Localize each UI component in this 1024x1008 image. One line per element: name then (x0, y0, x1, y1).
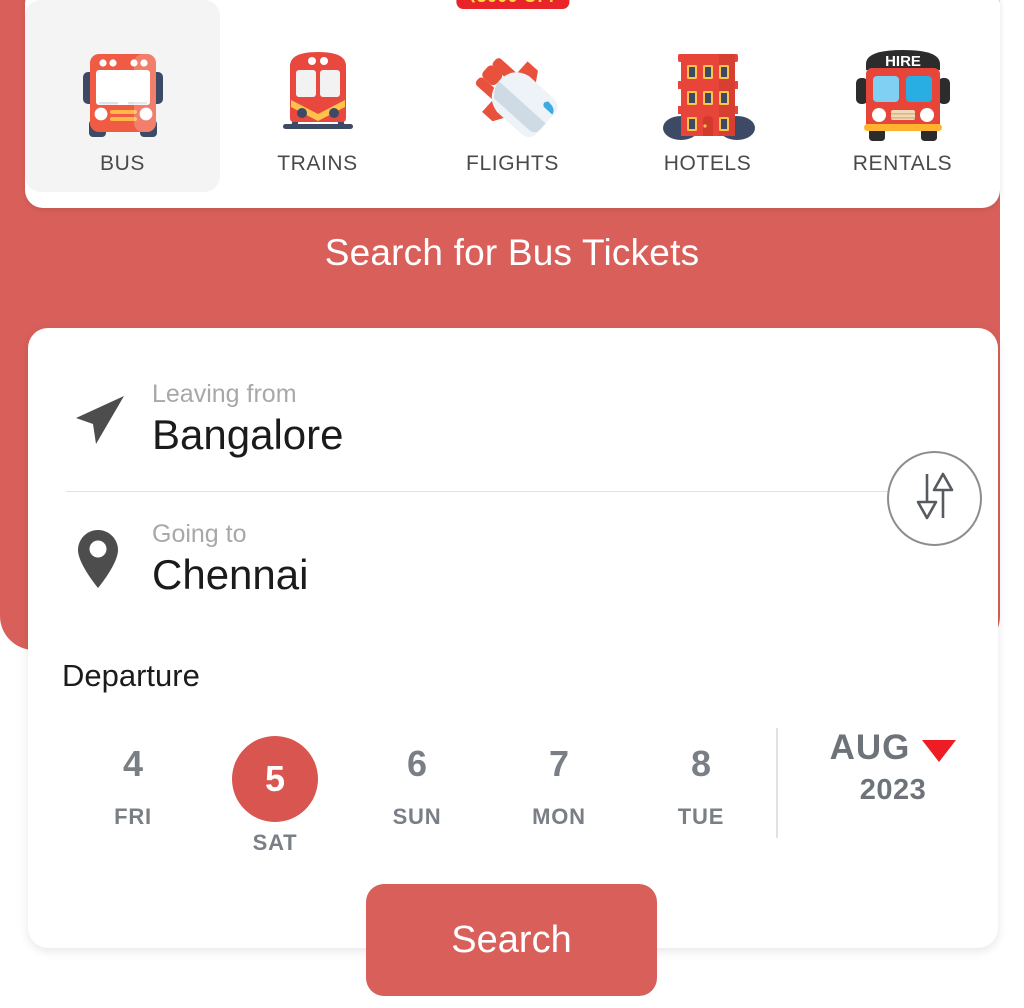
month-year: 2023 (859, 774, 927, 806)
date-day: SAT (252, 830, 298, 855)
month-picker[interactable]: AUG 2023 (808, 728, 978, 807)
mode-tab-rentals[interactable]: HIRE RENTALS (805, 0, 1000, 192)
mode-tab-label: HOTELS (663, 152, 752, 175)
offer-badge-amount: ₹3000 OFF (465, 0, 560, 5)
page-title: Search for Bus Tickets (324, 232, 700, 273)
bus-icon (68, 40, 178, 148)
going-to-label: Going to (152, 519, 247, 548)
going-to-value: Chennai (152, 551, 309, 599)
leaving-from-texts: Leaving from Bangalore (152, 379, 344, 459)
mode-tab-label: RENTALS (852, 152, 953, 175)
swap-cities-button[interactable] (887, 451, 982, 546)
date-cell[interactable]: 8 TUE (630, 726, 772, 830)
month-name: AUG (829, 728, 911, 767)
date-number: 8 (690, 743, 712, 784)
hotel-building-icon (653, 40, 763, 148)
month-divider (776, 728, 778, 838)
date-number: 6 (406, 743, 428, 784)
date-day: FRI (114, 804, 152, 829)
rental-bus-icon: HIRE (848, 40, 958, 148)
transport-mode-tabs: BUS TRAINS FLIGHTS HOTELS HIRE RENTALS (25, 0, 1000, 192)
train-icon (263, 40, 373, 148)
search-form-card: Leaving from Bangalore Going to Chennai … (28, 328, 998, 948)
search-button[interactable]: Search (366, 884, 657, 996)
date-cell[interactable]: 6 SUN (346, 726, 488, 830)
date-strip: 4 FRI 5 SAT 6 SUN 7 MON 8 TUE (62, 726, 772, 856)
leaving-from-value: Bangalore (152, 411, 344, 459)
mode-tab-flights[interactable]: UPTO ₹3000 OFF FLIGHT (415, 0, 610, 192)
field-divider (66, 491, 918, 492)
mode-tab-label: TRAINS (277, 152, 358, 175)
departure-label: Departure (62, 658, 200, 693)
mode-tab-hotels[interactable]: HOTELS (610, 0, 805, 192)
date-number: 4 (122, 743, 144, 784)
mode-tab-bus[interactable]: BUS (25, 0, 220, 192)
mode-tab-label: BUS (100, 152, 145, 175)
leaving-from-field[interactable]: Leaving from Bangalore (66, 360, 926, 478)
leaving-from-label: Leaving from (152, 379, 297, 408)
month-row: AUG (830, 728, 957, 768)
date-cell[interactable]: 7 MON (488, 726, 630, 830)
date-number: 7 (548, 743, 570, 784)
date-cell[interactable]: 4 FRI (62, 726, 204, 830)
chevron-down-icon[interactable] (922, 740, 957, 762)
mode-tab-trains[interactable]: TRAINS (220, 0, 415, 192)
date-number: 5 (232, 736, 318, 822)
mode-tab-label: FLIGHTS (466, 152, 559, 175)
svg-text:HIRE: HIRE (885, 53, 921, 70)
airplane-icon (458, 40, 568, 148)
navigation-arrow-icon (66, 384, 140, 454)
going-to-field[interactable]: Going to Chennai (66, 500, 926, 618)
date-day: TUE (677, 804, 725, 829)
transport-mode-card: BUS TRAINS FLIGHTS HOTELS HIRE RENTALS (25, 0, 1000, 208)
date-cell-selected[interactable]: 5 SAT (204, 726, 346, 856)
going-to-texts: Going to Chennai (152, 519, 309, 599)
swap-vertical-arrows-icon (905, 466, 965, 531)
map-pin-icon (66, 524, 140, 594)
date-day: SUN (392, 804, 442, 829)
flights-offer-badge: UPTO ₹3000 OFF (455, 0, 570, 9)
date-day: MON (532, 804, 586, 829)
